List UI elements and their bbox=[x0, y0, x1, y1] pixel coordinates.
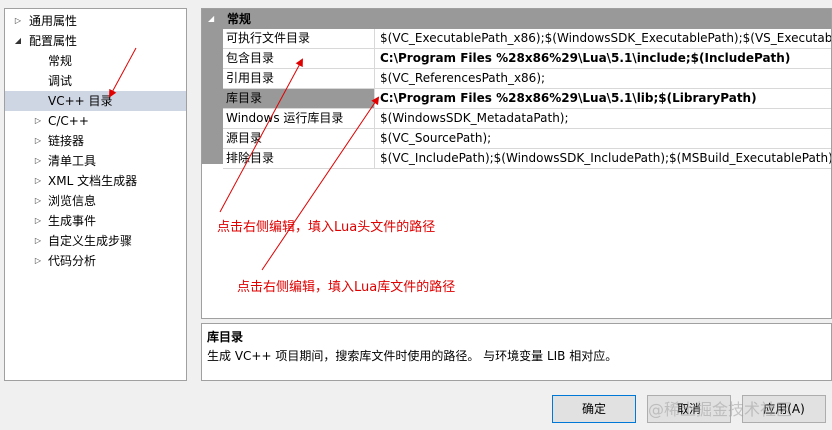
property-row-source-dirs[interactable]: 源目录 $(VC_SourcePath); bbox=[223, 129, 831, 149]
grid-gutter bbox=[202, 9, 223, 164]
tree-item-code-analysis[interactable]: ▷ 代码分析 bbox=[5, 251, 186, 271]
tree-item-label: XML 文档生成器 bbox=[48, 174, 138, 188]
property-row-executable-dirs[interactable]: 可执行文件目录 $(VC_ExecutablePath_x86);$(Windo… bbox=[223, 29, 831, 49]
expand-arrow-icon[interactable]: ▷ bbox=[33, 251, 43, 271]
tree-item-label: 清单工具 bbox=[48, 154, 97, 168]
property-name: 包含目录 bbox=[223, 49, 375, 68]
property-row-include-dirs[interactable]: 包含目录 C:\Program Files %28x86%29\Lua\5.1\… bbox=[223, 49, 831, 69]
ok-button[interactable]: 确定 bbox=[552, 395, 636, 423]
annotation-include-note: 点击右侧编辑，填入Lua头文件的路径 bbox=[217, 220, 436, 235]
property-name: 可执行文件目录 bbox=[223, 29, 375, 48]
tree-item-manifest-tool[interactable]: ▷ 清单工具 bbox=[5, 151, 186, 171]
property-value[interactable]: $(WindowsSDK_MetadataPath); bbox=[376, 109, 831, 128]
tree-item-build-events[interactable]: ▷ 生成事件 bbox=[5, 211, 186, 231]
tree-item-configuration-properties[interactable]: ◢ 配置属性 bbox=[5, 31, 186, 51]
expand-arrow-icon[interactable]: ▷ bbox=[13, 11, 23, 31]
property-name: 库目录 bbox=[223, 89, 375, 108]
collapse-arrow-icon[interactable]: ◢ bbox=[208, 9, 214, 29]
tree-item-label: VC++ 目录 bbox=[48, 94, 113, 108]
category-title: 常规 bbox=[227, 12, 252, 26]
expand-arrow-icon[interactable]: ▷ bbox=[33, 131, 43, 151]
property-name: 引用目录 bbox=[223, 69, 375, 88]
description-title: 库目录 bbox=[207, 330, 244, 344]
tree-item-label: 链接器 bbox=[48, 134, 85, 148]
tree-item-label: 常规 bbox=[48, 54, 73, 68]
property-row-library-dirs[interactable]: 库目录 C:\Program Files %28x86%29\Lua\5.1\l… bbox=[223, 89, 831, 109]
tree-item-linker[interactable]: ▷ 链接器 bbox=[5, 131, 186, 151]
property-grid: ◢ 常规 可执行文件目录 $(VC_ExecutablePath_x86);$(… bbox=[201, 8, 832, 319]
tree-item-general-properties[interactable]: ▷ 通用属性 bbox=[5, 11, 186, 31]
tree-item-xml-doc-generator[interactable]: ▷ XML 文档生成器 bbox=[5, 171, 186, 191]
tree-item-custom-build-step[interactable]: ▷ 自定义生成步骤 bbox=[5, 231, 186, 251]
tree-item-label: 调试 bbox=[48, 74, 73, 88]
tree-item-label: 浏览信息 bbox=[48, 194, 97, 208]
tree-item-label: 通用属性 bbox=[29, 14, 78, 28]
property-value[interactable]: C:\Program Files %28x86%29\Lua\5.1\inclu… bbox=[376, 49, 831, 68]
property-name: 排除目录 bbox=[223, 149, 375, 168]
category-header[interactable]: ◢ 常规 bbox=[202, 9, 831, 29]
description-text: 生成 VC++ 项目期间，搜索库文件时使用的路径。 与环境变量 LIB 相对应。 bbox=[207, 349, 618, 363]
watermark: @稀土掘金技术社区 bbox=[648, 400, 793, 419]
tree-item-general[interactable]: 常规 bbox=[5, 51, 186, 71]
expand-arrow-icon[interactable]: ▷ bbox=[33, 191, 43, 211]
property-row-reference-dirs[interactable]: 引用目录 $(VC_ReferencesPath_x86); bbox=[223, 69, 831, 89]
expand-arrow-icon[interactable]: ▷ bbox=[33, 111, 43, 131]
collapse-arrow-icon[interactable]: ◢ bbox=[13, 31, 23, 51]
tree-item-label: 配置属性 bbox=[29, 34, 78, 48]
tree-item-browse-information[interactable]: ▷ 浏览信息 bbox=[5, 191, 186, 211]
expand-arrow-icon[interactable]: ▷ bbox=[33, 171, 43, 191]
property-value[interactable]: $(VC_ExecutablePath_x86);$(WindowsSDK_Ex… bbox=[376, 29, 831, 48]
expand-arrow-icon[interactable]: ▷ bbox=[33, 231, 43, 251]
tree-item-c-cpp[interactable]: ▷ C/C++ bbox=[5, 111, 186, 131]
property-value[interactable]: $(VC_IncludePath);$(WindowsSDK_IncludePa… bbox=[376, 149, 831, 168]
tree-item-debugging[interactable]: 调试 bbox=[5, 71, 186, 91]
expand-arrow-icon[interactable]: ▷ bbox=[33, 211, 43, 231]
property-name: Windows 运行库目录 bbox=[223, 109, 375, 128]
tree-item-label: C/C++ bbox=[48, 114, 89, 128]
property-value[interactable]: C:\Program Files %28x86%29\Lua\5.1\lib;$… bbox=[376, 89, 831, 108]
description-panel: 库目录 生成 VC++ 项目期间，搜索库文件时使用的路径。 与环境变量 LIB … bbox=[201, 323, 832, 381]
tree-item-label: 代码分析 bbox=[48, 254, 97, 268]
property-value[interactable]: $(VC_ReferencesPath_x86); bbox=[376, 69, 831, 88]
tree-item-vc-directories[interactable]: VC++ 目录 bbox=[5, 91, 186, 111]
expand-arrow-icon[interactable]: ▷ bbox=[33, 151, 43, 171]
property-tree: ▷ 通用属性 ◢ 配置属性 常规 调试 VC++ 目录 ▷ C/C++ ▷ 链接… bbox=[4, 8, 187, 381]
property-row-winrt-dirs[interactable]: Windows 运行库目录 $(WindowsSDK_MetadataPath)… bbox=[223, 109, 831, 129]
tree-item-label: 生成事件 bbox=[48, 214, 97, 228]
property-value[interactable]: $(VC_SourcePath); bbox=[376, 129, 831, 148]
annotation-lib-note: 点击右侧编辑，填入Lua库文件的路径 bbox=[237, 280, 456, 295]
property-row-exclude-dirs[interactable]: 排除目录 $(VC_IncludePath);$(WindowsSDK_Incl… bbox=[223, 149, 831, 169]
tree-item-label: 自定义生成步骤 bbox=[48, 234, 133, 248]
property-name: 源目录 bbox=[223, 129, 375, 148]
